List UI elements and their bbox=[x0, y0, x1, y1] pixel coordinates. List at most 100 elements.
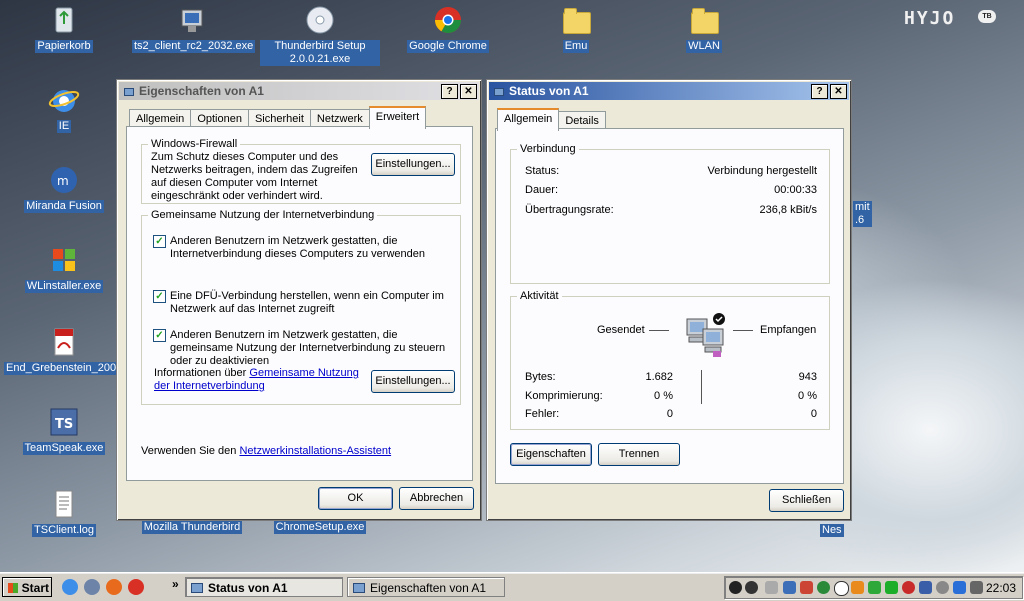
icon-label: TeamSpeak.exe bbox=[22, 442, 106, 455]
task-properties-window[interactable]: Eigenschaften von A1 bbox=[347, 577, 505, 597]
tray-app-icon[interactable] bbox=[868, 581, 881, 594]
tray-app-icon[interactable] bbox=[851, 581, 864, 594]
quicklaunch-ie-icon[interactable] bbox=[62, 579, 78, 595]
compression-label: Komprimierung: bbox=[525, 390, 603, 402]
ics-group-title: Gemeinsame Nutzung der Internetverbindun… bbox=[148, 209, 378, 221]
verbindung-group: Verbindung Status: Verbindung hergestell… bbox=[510, 143, 830, 284]
tray-app-icon[interactable] bbox=[953, 581, 966, 594]
quicklaunch-chrome-icon[interactable] bbox=[128, 579, 144, 595]
sent-label: Gesendet bbox=[597, 324, 645, 336]
tray-app-icon[interactable] bbox=[729, 581, 742, 594]
properties-button[interactable]: Eigenschaften bbox=[510, 443, 592, 466]
installer-icon bbox=[176, 4, 208, 36]
desktop-icon-tsclient-log[interactable]: TSClient.log bbox=[4, 488, 124, 537]
cd-icon bbox=[304, 4, 336, 36]
tray-app-icon[interactable] bbox=[745, 581, 758, 594]
quicklaunch-chevron-icon[interactable]: » bbox=[172, 577, 179, 591]
start-button[interactable]: Start bbox=[2, 577, 52, 597]
desktop-icon-wlan[interactable]: WLAN bbox=[644, 4, 764, 53]
task-status-window[interactable]: Status von A1 bbox=[185, 577, 343, 597]
bytes-received: 943 bbox=[798, 371, 817, 383]
duration-label: Dauer: bbox=[525, 184, 559, 196]
network-connection-icon bbox=[123, 85, 135, 97]
ics-control-checkbox[interactable]: ✓ bbox=[153, 329, 166, 342]
disconnect-button[interactable]: Trennen bbox=[598, 443, 680, 466]
desktop-icon-chromesetup[interactable]: ChromeSetup.exe bbox=[260, 521, 380, 534]
firewall-settings-button[interactable]: Einstellungen... bbox=[371, 153, 455, 176]
desktop-icon-pdf[interactable]: End_Grebenstein_2009... bbox=[4, 326, 134, 375]
icon-label: WLAN bbox=[686, 40, 722, 53]
icon-label: Google Chrome bbox=[407, 40, 489, 53]
desktop-icon-partial-nes[interactable]: Nes bbox=[820, 524, 844, 537]
ics-info-prefix: Informationen über bbox=[154, 367, 250, 379]
help-button[interactable]: ? bbox=[811, 83, 828, 99]
desktop-icon-thunderbird-setup[interactable]: Thunderbird Setup 2.0.0.21.exe bbox=[260, 4, 380, 66]
network-activity-icon bbox=[679, 311, 733, 359]
tray-app-icon[interactable] bbox=[817, 581, 830, 594]
compression-received: 0 % bbox=[798, 390, 817, 402]
desktop-icon-ie[interactable]: IE bbox=[4, 84, 124, 133]
tray-volume-icon[interactable] bbox=[800, 581, 813, 594]
tab-erweitert[interactable]: Erweitert bbox=[368, 106, 427, 129]
ics-info-text: Informationen über Gemeinsame Nutzung de… bbox=[154, 367, 364, 393]
status-titlebar[interactable]: Status von A1 ? ✕ bbox=[489, 82, 849, 100]
status-window: Status von A1 ? ✕ Allgemein Details Verb… bbox=[486, 79, 852, 521]
cancel-button[interactable]: Abbrechen bbox=[399, 487, 474, 510]
help-button[interactable]: ? bbox=[441, 83, 458, 99]
svg-text:m: m bbox=[57, 174, 69, 188]
icon-label: .6 bbox=[853, 214, 872, 227]
ok-button[interactable]: OK bbox=[318, 487, 393, 510]
tray-app-icon[interactable] bbox=[970, 581, 983, 594]
tray-app-icon[interactable] bbox=[936, 581, 949, 594]
quicklaunch-thunderbird-icon[interactable] bbox=[84, 579, 100, 595]
taskbar-clock[interactable]: 22:03 bbox=[986, 581, 1016, 595]
desktop-icon-mozilla-thunderbird[interactable]: Mozilla Thunderbird bbox=[132, 521, 252, 534]
speed-value: 236,8 kBit/s bbox=[759, 204, 817, 216]
firewall-group: Windows-Firewall Zum Schutz dieses Compu… bbox=[141, 138, 461, 204]
ics-dialup-checkbox[interactable]: ✓ bbox=[153, 290, 166, 303]
tray-panda-icon[interactable] bbox=[834, 581, 849, 596]
desktop-icon-teamspeak[interactable]: TS TeamSpeak.exe bbox=[4, 406, 124, 455]
desktop-icon-miranda[interactable]: m Miranda Fusion bbox=[4, 164, 124, 213]
desktop-icon-ts2-client[interactable]: ts2_client_rc2_2032.exe bbox=[132, 4, 256, 53]
tray-app-icon[interactable] bbox=[919, 581, 932, 594]
status-value: Verbindung hergestellt bbox=[707, 165, 817, 177]
desktop-icon-partial-mit[interactable]: mit .6 bbox=[853, 201, 872, 227]
taskbar: Start » Status von A1 Eigenschaften von … bbox=[0, 572, 1024, 601]
bytes-sent: 1.682 bbox=[645, 371, 673, 383]
aktivitaet-group: Aktivität Gesendet Empfangen Bytes: 1.68… bbox=[510, 290, 830, 430]
desktop-icon-google-chrome[interactable]: Google Chrome bbox=[388, 4, 508, 53]
quicklaunch-firefox-icon[interactable] bbox=[106, 579, 122, 595]
wizard-prefix: Verwenden Sie den bbox=[141, 445, 240, 457]
network-setup-wizard-link[interactable]: Netzwerkinstallations-Assistent bbox=[239, 445, 391, 457]
tray-monitor-icon[interactable] bbox=[885, 581, 898, 594]
icon-label: IE bbox=[56, 120, 72, 133]
status-label: Status: bbox=[525, 165, 560, 177]
desktop-icon-wlinstaller[interactable]: WLinstaller.exe bbox=[4, 244, 124, 293]
close-button[interactable]: ✕ bbox=[460, 83, 477, 99]
ics-allow-checkbox[interactable]: ✓ bbox=[153, 235, 166, 248]
speed-label: Übertragungsrate: bbox=[525, 204, 614, 216]
tray-expand-icon[interactable] bbox=[765, 581, 778, 594]
duration-value: 00:00:33 bbox=[774, 184, 817, 196]
close-dialog-button[interactable]: Schließen bbox=[769, 489, 844, 512]
folder-icon bbox=[688, 4, 720, 36]
pdf-icon bbox=[48, 326, 80, 358]
windows-logo-icon bbox=[48, 244, 80, 276]
properties-titlebar[interactable]: Eigenschaften von A1 ? ✕ bbox=[119, 82, 479, 100]
received-label: Empfangen bbox=[760, 324, 817, 336]
desktop-icon-emu[interactable]: Emu bbox=[516, 4, 636, 53]
wallpaper-logo: HYJO bbox=[904, 8, 956, 29]
ics-control-label: Anderen Benutzern im Netzwerk gestatten,… bbox=[170, 329, 446, 367]
desktop-icon-recycle-bin[interactable]: Papierkorb bbox=[4, 4, 124, 53]
text-file-icon bbox=[48, 488, 80, 520]
close-button[interactable]: ✕ bbox=[830, 83, 847, 99]
tray-app-icon[interactable] bbox=[902, 581, 915, 594]
ics-settings-button[interactable]: Einstellungen... bbox=[371, 370, 455, 393]
network-connection-icon bbox=[493, 85, 505, 97]
tab-allgemein[interactable]: Allgemein bbox=[497, 108, 560, 131]
chrome-icon bbox=[432, 4, 464, 36]
tray-network-icon[interactable] bbox=[783, 581, 796, 594]
ics-dialup-label: Eine DFÜ-Verbindung herstellen, wenn ein… bbox=[170, 290, 444, 315]
status-allgemein-panel: Verbindung Status: Verbindung hergestell… bbox=[495, 128, 844, 484]
